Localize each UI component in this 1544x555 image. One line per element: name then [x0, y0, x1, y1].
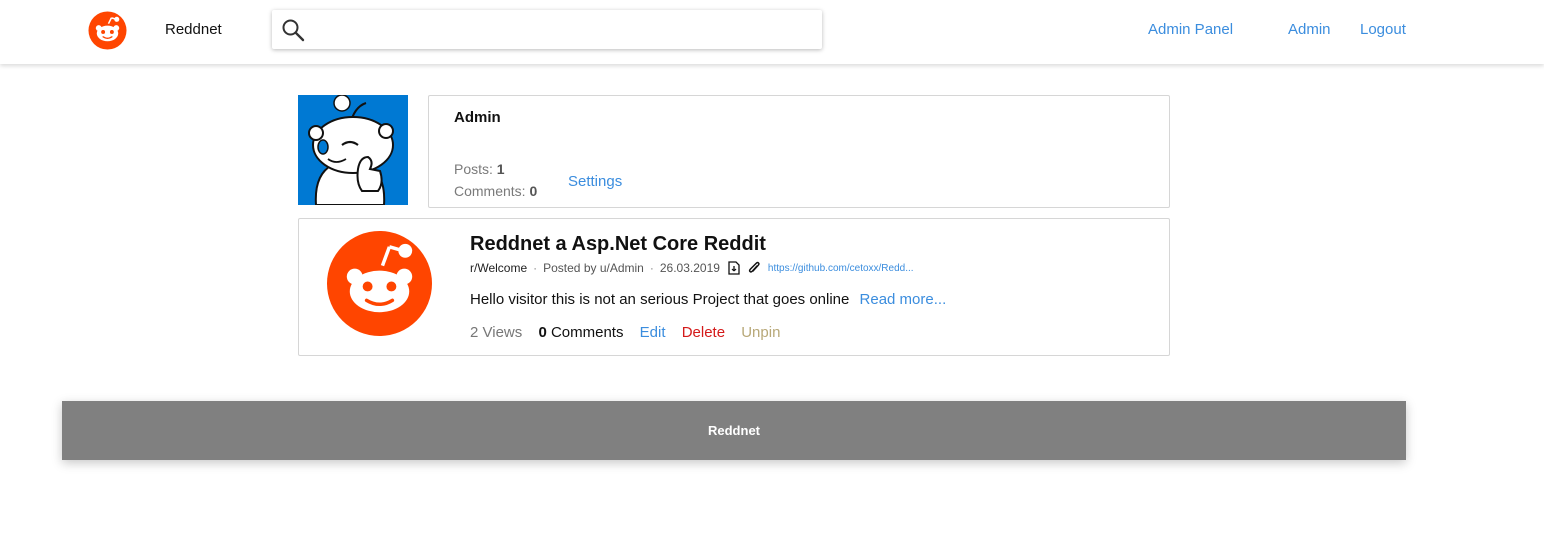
post-card[interactable]: Reddnet a Asp.Net Core Reddit r/Welcome … [298, 218, 1170, 356]
search-icon [282, 19, 305, 42]
post-comments-count: 0 [538, 324, 547, 341]
meta-separator: · [533, 261, 538, 275]
post-comments-label: Comments [550, 324, 624, 341]
edit-post-button[interactable]: Edit [640, 324, 666, 341]
post-comments-link[interactable]: 0 Comments [538, 324, 623, 341]
user-profile-link[interactable]: Admin [1288, 21, 1331, 38]
meta-separator: · [649, 261, 654, 275]
post-excerpt: Hello visitor this is not an serious Pro… [470, 291, 946, 308]
search-bar[interactable] [272, 10, 822, 49]
posts-count: 1 [496, 161, 505, 177]
post-date: 26.03.2019 [659, 261, 720, 275]
post-thumbnail-reddit-icon[interactable] [326, 230, 433, 337]
post-actions: 2 Views 0 Comments Edit Delete Unpin [470, 324, 780, 341]
logout-link[interactable]: Logout [1360, 21, 1406, 38]
post-title-link[interactable]: Reddnet a Asp.Net Core Reddit [470, 233, 766, 256]
footer: Reddnet [62, 401, 1406, 460]
footer-brand: Reddnet [708, 423, 760, 438]
posts-label: Posts: [454, 161, 493, 177]
post-excerpt-text: Hello visitor this is not an serious Pro… [470, 291, 850, 308]
comments-label: Comments: [454, 183, 526, 199]
reddit-logo-icon[interactable] [88, 11, 127, 50]
admin-panel-link[interactable]: Admin Panel [1148, 21, 1233, 38]
post-subreddit-link[interactable]: r/Welcome [470, 261, 527, 275]
post-external-link[interactable]: https://github.com/cetoxx/Redd... [768, 263, 914, 274]
delete-post-button[interactable]: Delete [682, 324, 725, 341]
read-more-link[interactable]: Read more... [860, 291, 947, 308]
post-author: Posted by u/Admin [543, 261, 644, 275]
top-navbar: Reddnet Admin Panel Admin Logout [0, 0, 1544, 64]
nav-brand-link[interactable]: Reddnet [165, 21, 222, 38]
file-icon [728, 261, 740, 275]
search-input[interactable] [314, 15, 818, 45]
posts-stat: Posts: 1 [454, 161, 505, 177]
post-views: 2 Views [470, 324, 523, 341]
unpin-post-button[interactable]: Unpin [741, 324, 780, 341]
snoo-avatar [298, 95, 408, 205]
comments-stat: Comments: 0 [454, 183, 537, 199]
comments-count: 0 [529, 183, 538, 199]
post-meta: r/Welcome · Posted by u/Admin · 26.03.20… [470, 261, 914, 275]
profile-card: Admin Posts: 1 Comments: 0 Settings [428, 95, 1170, 208]
settings-link[interactable]: Settings [568, 173, 622, 190]
profile-username: Admin [454, 109, 501, 126]
paperclip-icon [748, 261, 760, 273]
